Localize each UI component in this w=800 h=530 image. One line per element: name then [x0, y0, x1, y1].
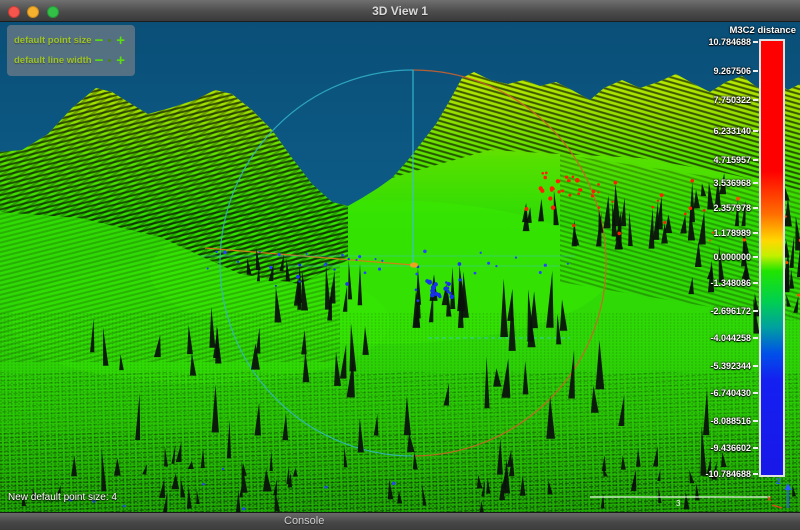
console-panel-titlebar: Console: [0, 512, 800, 530]
line-width-row: default line width − +: [14, 50, 128, 70]
increase-line-width-button[interactable]: +: [113, 53, 128, 68]
decrease-line-width-button[interactable]: −: [92, 53, 107, 68]
increase-point-size-button[interactable]: +: [113, 33, 128, 48]
viewport-3d[interactable]: 3 z x: [0, 22, 800, 512]
point-size-row: default point size − +: [14, 30, 128, 50]
x-axis-label: x: [767, 494, 772, 503]
window-titlebar: 3D View 1: [0, 0, 800, 22]
decrease-point-size-button[interactable]: −: [92, 33, 107, 48]
scale-ruler-label: 3: [676, 499, 681, 508]
hot-zone-panel: default point size − + default line widt…: [7, 25, 135, 76]
status-message: New default point size: 4: [8, 492, 117, 503]
z-axis-label: z: [776, 476, 781, 487]
separator-dot: [108, 38, 112, 42]
colorbar-ramp: [759, 39, 785, 477]
console-title: Console: [284, 515, 325, 527]
colorbar-title: M3C2 distance: [729, 25, 796, 36]
pick-marker: [410, 262, 418, 268]
point-size-label: default point size: [14, 34, 92, 46]
window-title: 3D View 1: [372, 4, 428, 18]
line-width-label: default line width: [14, 54, 92, 66]
separator-dot: [108, 58, 112, 62]
point-cloud-scene: 3 z x: [0, 22, 800, 512]
